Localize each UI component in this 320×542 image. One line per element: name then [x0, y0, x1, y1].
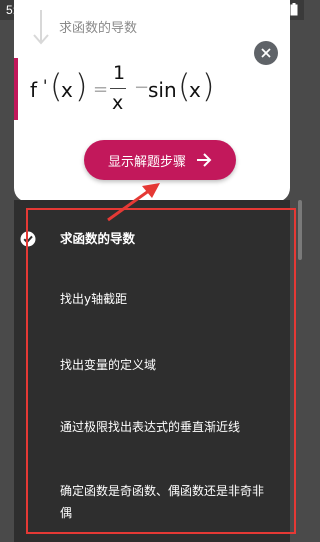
arrow-down-icon: [33, 10, 49, 45]
close-button[interactable]: [254, 41, 278, 65]
fraction-numerator: 1: [113, 62, 126, 84]
formula-rparen-2: ): [202, 67, 215, 105]
close-icon: [261, 48, 271, 58]
formula-fraction: 1 x: [110, 62, 126, 118]
formula-sin: sin: [148, 78, 177, 102]
fraction-denominator: x: [112, 92, 124, 114]
annotation-arrow-icon: [107, 183, 160, 222]
formula-card: 求函数的导数 f ' ( x ) = 1 x − sin ( x ) 显示解题步…: [14, 0, 290, 202]
formula-equals: =: [93, 79, 109, 100]
formula-rparen: ): [75, 67, 88, 105]
formula-var-2: x: [189, 78, 201, 102]
card-header: 求函数的导数: [59, 21, 138, 36]
formula-prime: ': [43, 76, 48, 95]
formula-minus: −: [134, 77, 150, 98]
show-steps-label: 显示解题步骤: [107, 154, 186, 170]
formula-func: f: [30, 78, 38, 102]
annotation-highlight-box: [26, 208, 296, 534]
arrow-right-icon: [197, 153, 212, 167]
formula-var: x: [61, 78, 73, 102]
scrollbar[interactable]: [298, 200, 302, 260]
accent-bar: [14, 58, 18, 120]
fraction-line: [110, 88, 126, 89]
show-steps-button[interactable]: 显示解题步骤: [84, 140, 236, 180]
battery-icon: [290, 3, 298, 16]
